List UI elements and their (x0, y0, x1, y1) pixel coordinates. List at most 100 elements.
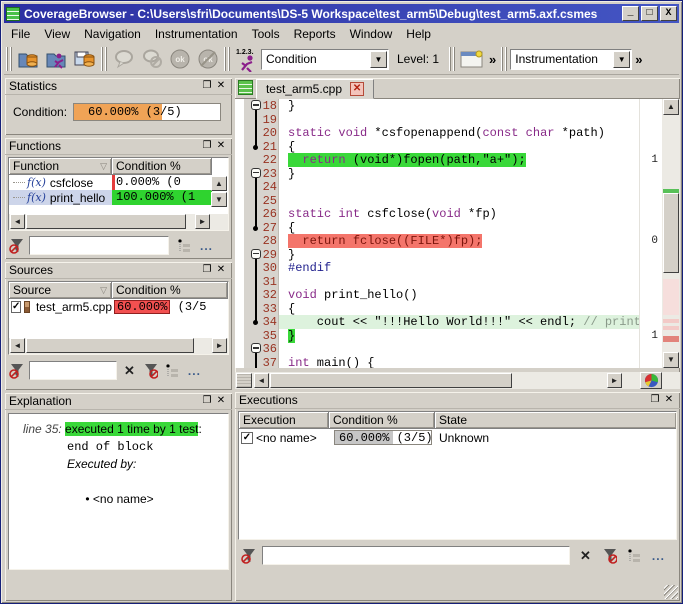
close-button[interactable]: X (660, 6, 677, 21)
sources-col-source[interactable]: Source▽ (9, 282, 112, 299)
horizontal-scrollbar[interactable]: ◄ ► (9, 214, 228, 230)
float-panel-icon[interactable]: ❐ (648, 394, 662, 407)
source-list-icon[interactable] (238, 80, 253, 95)
open-file-button[interactable] (16, 46, 42, 72)
scrollbar-thumb[interactable] (663, 193, 679, 273)
close-panel-icon[interactable]: ✕ (214, 140, 228, 153)
scroll-left-button[interactable]: ◄ (10, 338, 25, 353)
table-row[interactable]: f(x)print_hello 100.000% (1 (9, 190, 228, 205)
code-line[interactable] (279, 180, 639, 194)
code-line[interactable]: } (279, 329, 639, 343)
more-options-button[interactable]: ... (200, 237, 213, 255)
scroll-right-button[interactable]: ► (607, 373, 622, 388)
code-line[interactable]: { (279, 302, 639, 316)
executions-filter-input[interactable] (262, 546, 570, 565)
code-line[interactable]: static int csfclose(void *fp) (279, 207, 639, 221)
tree-view-button[interactable] (165, 362, 180, 380)
code-line[interactable]: return (void*)fopen(path,"a+"); (279, 153, 639, 167)
toolbar-overflow-chevron[interactable]: » (486, 52, 499, 67)
executions-col-execution[interactable]: Execution (239, 412, 329, 429)
code-line[interactable] (279, 275, 639, 289)
scroll-down-button[interactable]: ▼ (211, 192, 227, 207)
horizontal-scrollbar[interactable]: ◄ ► (9, 338, 228, 354)
scrollbar-thumb[interactable] (270, 373, 512, 388)
toolbar-handle[interactable] (101, 47, 108, 71)
sources-col-condition[interactable]: Condition % (112, 282, 228, 299)
new-window-button[interactable] (459, 46, 485, 72)
clear-filter-button[interactable]: ✕ (580, 547, 591, 565)
toolbar-handle[interactable] (501, 47, 508, 71)
menu-file[interactable]: File (4, 25, 37, 43)
float-panel-icon[interactable]: ❐ (200, 140, 214, 153)
functions-col-function[interactable]: Function▽ (9, 158, 112, 175)
table-row[interactable]: ✓test_arm5.cpp60.000% (3/5 (9, 299, 228, 314)
executions-col-state[interactable]: State (435, 412, 676, 429)
code-line[interactable] (279, 342, 639, 356)
menu-instrumentation[interactable]: Instrumentation (148, 25, 245, 43)
menu-tools[interactable]: Tools (245, 25, 287, 43)
more-options-button[interactable]: ... (652, 547, 665, 565)
toolbar-overflow-chevron[interactable]: » (632, 52, 645, 67)
filter-disabled-icon[interactable] (9, 362, 25, 380)
toolbar-handle[interactable] (449, 47, 456, 71)
scroll-up-button[interactable]: ▲ (211, 176, 227, 191)
window-resize-grip[interactable] (664, 585, 678, 599)
close-tab-icon[interactable]: ✕ (350, 82, 364, 96)
editor-horizontal-scrollbar[interactable]: ◄ ► (235, 372, 680, 389)
code-line[interactable]: } (279, 167, 639, 181)
chevron-down-icon[interactable]: ▼ (370, 51, 387, 68)
scroll-right-button[interactable]: ► (195, 214, 210, 229)
float-panel-icon[interactable]: ❐ (200, 395, 214, 408)
float-panel-icon[interactable]: ❐ (200, 80, 214, 93)
scroll-left-button[interactable]: ◄ (10, 214, 25, 229)
menu-reports[interactable]: Reports (287, 25, 343, 43)
code-line[interactable]: } (279, 99, 639, 113)
scroll-right-button[interactable]: ► (212, 338, 227, 353)
remove-filter-icon[interactable] (142, 362, 158, 380)
filter-disabled-icon[interactable] (241, 547, 257, 565)
tree-view-button[interactable] (627, 547, 642, 565)
save-button[interactable] (72, 46, 98, 72)
chevron-down-icon[interactable]: ▼ (613, 51, 630, 68)
mode-combo[interactable]: Instrumentation ▼ (510, 49, 632, 70)
coverage-method-combo[interactable]: Condition ▼ (261, 49, 389, 70)
menu-window[interactable]: Window (343, 25, 400, 43)
toolbar-handle[interactable] (6, 47, 13, 71)
tab-test-arm5[interactable]: test_arm5.cpp ✕ (256, 79, 374, 99)
coverage-level-button[interactable]: 1.2.3. (234, 46, 260, 72)
filter-disabled-icon[interactable] (9, 237, 25, 255)
code-line[interactable]: #endif (279, 261, 639, 275)
menu-navigation[interactable]: Navigation (77, 25, 148, 43)
scroll-left-button[interactable]: ◄ (254, 373, 269, 388)
menu-view[interactable]: View (37, 25, 77, 43)
code-line[interactable]: cout << "!!!Hello World!!!" << endl; // … (279, 315, 639, 329)
vertical-scrollbar[interactable]: ▲ ▼ (662, 99, 680, 368)
source-checkbox[interactable]: ✓ (11, 301, 21, 313)
code-line[interactable]: return fclose((FILE*)fp); (279, 234, 639, 248)
code-line[interactable] (279, 194, 639, 208)
open-execution-button[interactable] (44, 46, 70, 72)
code-line[interactable]: } (279, 248, 639, 262)
execution-checkbox[interactable]: ✓ (241, 432, 253, 444)
float-panel-icon[interactable]: ❐ (200, 264, 214, 277)
code-line[interactable]: { (279, 221, 639, 235)
close-panel-icon[interactable]: ✕ (214, 264, 228, 277)
remove-filter-icon[interactable] (601, 547, 617, 565)
close-panel-icon[interactable]: ✕ (214, 80, 228, 93)
toolbar-handle[interactable] (224, 47, 231, 71)
scrollbar-thumb[interactable] (26, 214, 186, 229)
close-panel-icon[interactable]: ✕ (662, 394, 676, 407)
code-line[interactable]: { (279, 140, 639, 154)
code-line[interactable]: int main() { (279, 356, 639, 369)
code-line[interactable] (279, 113, 639, 127)
statistics-pie-button[interactable] (640, 372, 662, 389)
functions-filter-input[interactable] (29, 236, 169, 255)
clear-filter-button[interactable]: ✕ (124, 362, 135, 380)
maximize-button[interactable]: □ (641, 6, 658, 21)
code-line[interactable]: void print_hello() (279, 288, 639, 302)
close-panel-icon[interactable]: ✕ (214, 395, 228, 408)
splitter-handle[interactable] (236, 373, 252, 388)
scrollbar-thumb[interactable] (26, 338, 194, 353)
menu-help[interactable]: Help (399, 25, 438, 43)
sources-filter-input[interactable] (29, 361, 117, 380)
